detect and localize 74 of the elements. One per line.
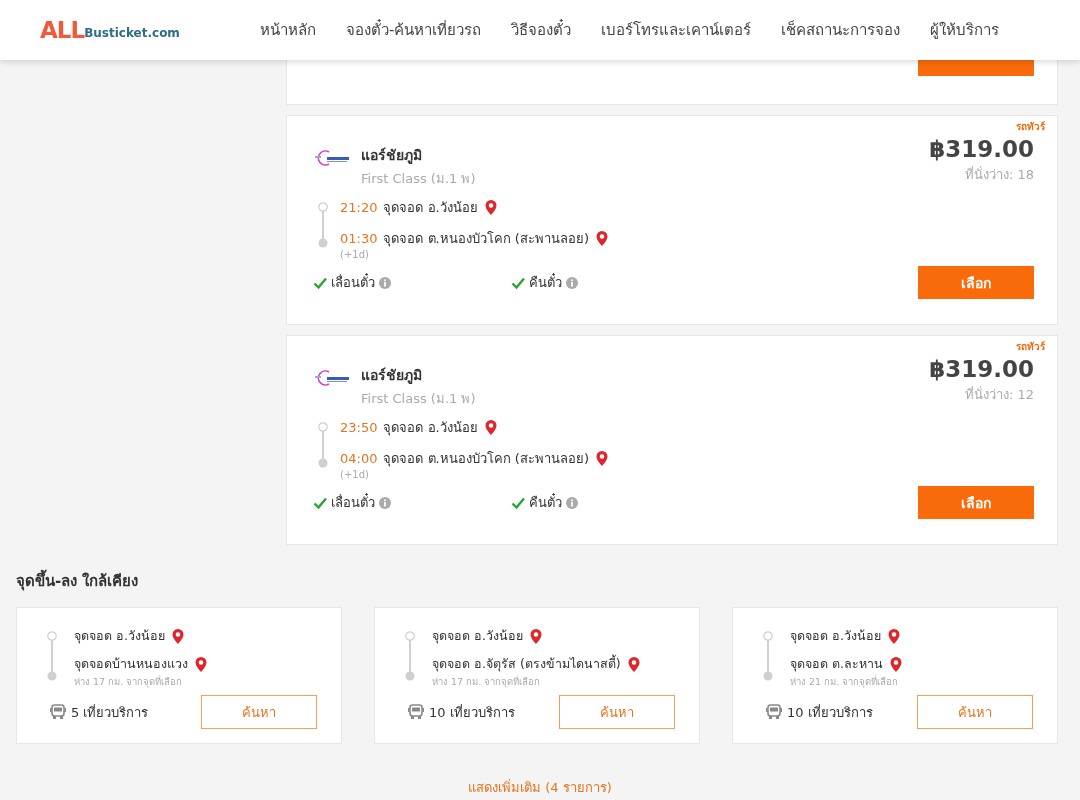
service-class: First Class (ม.1 พ) [361, 170, 476, 188]
info-icon [566, 496, 578, 509]
logo-text[interactable]: Busticket.com [84, 26, 180, 40]
map-pin-icon [483, 419, 498, 436]
search-button[interactable]: ค้นหา [201, 695, 317, 729]
nav-link[interactable]: ผู้ให้บริการ [930, 18, 1000, 42]
section-title: จุดขึ้น-ลง ใกล้เคียง [16, 569, 1064, 593]
route-line-drawing [317, 421, 329, 469]
select-button[interactable]: เลือก [918, 266, 1034, 299]
trip-count: 5 เที่ยวบริการ [71, 703, 149, 722]
info-icon [566, 276, 578, 289]
operator-name: แอร์ชัยภูมิ [361, 146, 423, 166]
stop-name: จุดจอด อ.วังน้อย [432, 627, 523, 646]
route-line-drawing [762, 630, 774, 682]
map-pin-icon [194, 655, 208, 673]
map-pin-icon [483, 199, 498, 216]
feature-label: คืนตั๋ว [529, 492, 562, 512]
departure-time: 01:30 [340, 231, 378, 246]
search-button[interactable]: ค้นหา [917, 695, 1033, 729]
day-offset: (+1d) [340, 249, 370, 260]
stop-name: จุดจอด ต.ละหาน [790, 655, 883, 674]
map-pin-icon [888, 655, 903, 673]
operator-name: แอร์ชัยภูมิ [361, 366, 423, 386]
departure-time: 21:20 [340, 200, 378, 215]
logo-text[interactable]: ALL [40, 17, 85, 43]
seats-available: ที่นั่งว่าง: 18 [963, 165, 1034, 184]
nav-link[interactable]: เบอร์โทรและเคาน์เตอร์ [601, 18, 752, 42]
bus-icon [50, 704, 66, 720]
stop-name: จุดจอด อ.วังน้อย [383, 199, 478, 218]
operator-logo [313, 370, 351, 386]
ticket-price: ฿319.00 [929, 136, 1034, 162]
nav-link[interactable]: จองตั๋ว-ค้นหาเที่ยวรถ [346, 18, 482, 42]
departure-time: 23:50 [340, 420, 378, 435]
trip-count: 10 เที่ยวบริการ [429, 703, 515, 722]
operator-logo [313, 150, 351, 166]
map-pin-icon [626, 655, 641, 673]
route-line-drawing [404, 630, 416, 682]
nav-link[interactable]: วิธีจองตั๋ว [511, 18, 572, 42]
departure-time: 04:00 [340, 451, 378, 466]
feature-label: คืนตั๋ว [529, 272, 562, 292]
bus-type-label: รถทัวร์ [1016, 340, 1045, 354]
nav-link[interactable]: หน้าหลัก [260, 18, 316, 42]
select-button[interactable]: เลือก [918, 486, 1034, 519]
map-pin-icon [886, 627, 901, 645]
feature-label: เลื่อนตั๋ว [331, 492, 375, 512]
map-pin-icon [595, 450, 609, 467]
bus-icon [766, 704, 782, 720]
distance-note: ห่าง 17 กม. จากจุดที่เลือก [74, 674, 184, 689]
nav-link[interactable]: เช็คสถานะการจอง [781, 18, 901, 42]
route-line-drawing [46, 630, 58, 682]
map-pin-icon [170, 627, 185, 645]
ticket-price: ฿319.00 [929, 356, 1034, 382]
info-icon [379, 276, 391, 289]
day-offset: (+1d) [340, 469, 370, 480]
stop-name: จุดจอด อ.วังน้อย [74, 627, 165, 646]
stop-name: จุดจอดบ้านหนองแวง [74, 655, 188, 674]
route-line-drawing [317, 201, 329, 249]
search-button[interactable]: ค้นหา [559, 695, 675, 729]
bus-type-label: รถทัวร์ [1016, 120, 1045, 134]
map-pin-icon [595, 230, 609, 247]
seats-available: ที่นั่งว่าง: 12 [963, 385, 1034, 404]
feature-label: เลื่อนตั๋ว [331, 272, 375, 292]
stop-name: จุดจอด ต.หนองบัวโคก (สะพานลอย) [383, 450, 589, 469]
distance-note: ห่าง 21 กม. จากจุดที่เลือก [790, 674, 900, 689]
stop-name: จุดจอด อ.จัตุรัส (ตรงข้ามไดนาสตี้) [432, 654, 621, 674]
distance-note: ห่าง 17 กม. จากจุดที่เลือก [432, 674, 542, 689]
service-class: First Class (ม.1 พ) [361, 390, 476, 408]
map-pin-icon [528, 627, 543, 645]
trip-count: 10 เที่ยวบริการ [787, 703, 873, 722]
bus-icon [408, 704, 424, 720]
stop-name: จุดจอด อ.วังน้อย [790, 627, 881, 646]
info-icon [379, 496, 391, 509]
stop-name: จุดจอด ต.หนองบัวโคก (สะพานลอย) [383, 230, 589, 249]
stop-name: จุดจอด อ.วังน้อย [383, 419, 478, 438]
